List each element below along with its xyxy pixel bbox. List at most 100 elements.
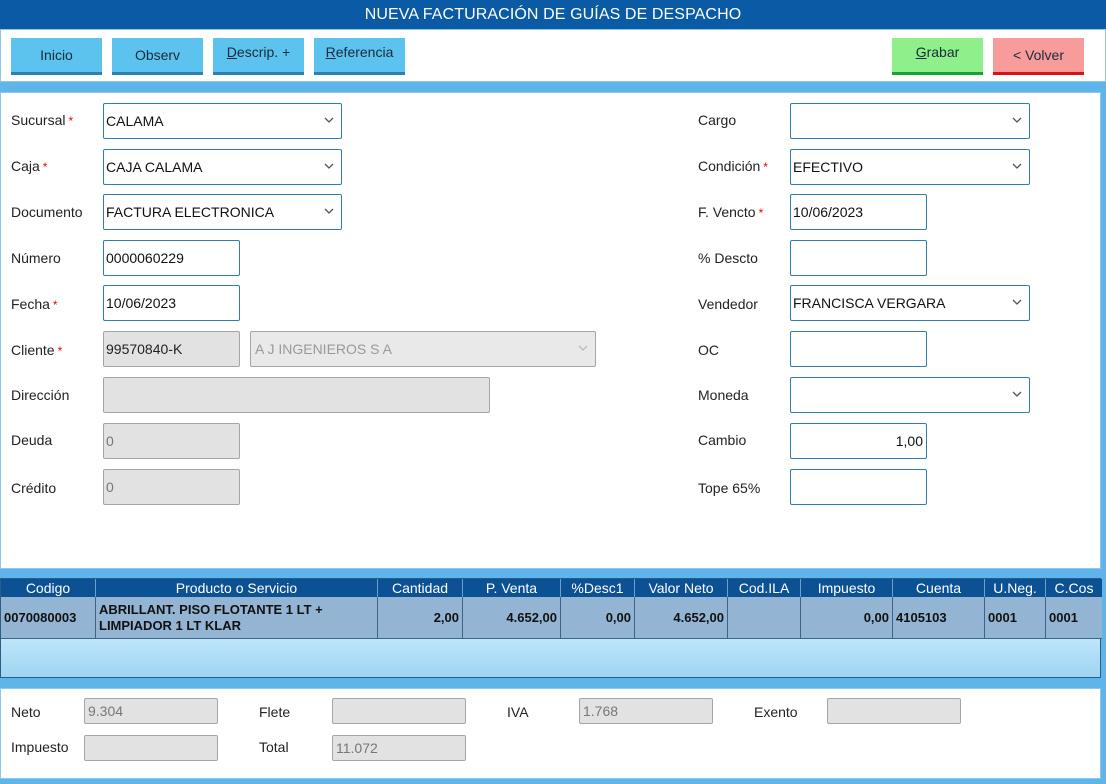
descto-input[interactable]: [790, 240, 927, 276]
col-codigo[interactable]: Codigo: [1, 579, 96, 597]
detail-grid: Codigo Producto o Servicio Cantidad P. V…: [0, 578, 1102, 678]
cell-impuesto: 0,00: [801, 597, 893, 639]
direccion-input[interactable]: [103, 377, 490, 413]
descto-label: % Descto: [698, 250, 758, 266]
fvencto-label: F. Vencto *: [698, 204, 764, 220]
total-value: 11.072: [336, 740, 378, 756]
cell-producto: ABRILLANT. PISO FLOTANTE 1 LT + LIMPIADO…: [96, 597, 378, 639]
cambio-label: Cambio: [698, 432, 747, 448]
cliente-label: Cliente *: [11, 342, 63, 358]
total-field[interactable]: 11.072: [332, 735, 466, 761]
credito-input[interactable]: 0: [103, 469, 240, 505]
chevron-down-icon: [323, 114, 335, 126]
col-valorneto[interactable]: Valor Neto: [635, 579, 728, 597]
vendedor-value: FRANCISCA VERGARA: [793, 295, 946, 311]
grid-header: Codigo Producto o Servicio Cantidad P. V…: [1, 579, 1102, 597]
observ-label: Observ: [134, 47, 181, 63]
neto-label: Neto: [11, 704, 41, 720]
neto-field[interactable]: 9.304: [84, 698, 218, 724]
col-codila[interactable]: Cod.ILA: [728, 579, 801, 597]
toolbar: Inicio Observ Descrip. + Referencia Grab…: [0, 29, 1106, 82]
cell-desc1: 0,00: [561, 597, 635, 639]
moneda-label: Moneda: [698, 387, 749, 403]
grabar-accel: G: [915, 44, 927, 60]
referencia-label: eferencia: [335, 44, 394, 60]
numero-input[interactable]: 0000060229: [103, 240, 240, 276]
cell-pventa: 4.652,00: [463, 597, 561, 639]
cliente-rut-input[interactable]: 99570840-K: [103, 331, 240, 367]
grabar-label: rabar: [926, 44, 960, 60]
chevron-down-icon: [577, 342, 589, 354]
inicio-label: Inicio: [40, 47, 73, 63]
iva-label: IVA: [507, 704, 529, 720]
exento-field[interactable]: [827, 698, 961, 724]
caja-select[interactable]: CAJA CALAMA: [103, 149, 342, 185]
flete-field[interactable]: [332, 698, 466, 724]
col-desc1[interactable]: %Desc1: [561, 579, 635, 597]
sucursal-value: CALAMA: [106, 113, 164, 129]
moneda-select[interactable]: [790, 377, 1030, 413]
cell-codila: [728, 597, 801, 639]
vendedor-label: Vendedor: [698, 296, 758, 312]
cell-cantidad: 2,00: [378, 597, 463, 639]
volver-button[interactable]: < Volver: [993, 38, 1084, 75]
col-cantidad[interactable]: Cantidad: [378, 579, 463, 597]
col-ccos[interactable]: C.Cos: [1046, 579, 1102, 597]
cell-codigo: 0070080003: [1, 597, 96, 639]
neto-value: 9.304: [88, 703, 124, 719]
fvencto-input[interactable]: 10/06/2023: [790, 194, 927, 230]
impuesto-label: Impuesto: [11, 739, 69, 755]
documento-select[interactable]: FACTURA ELECTRONICA: [103, 194, 342, 230]
observ-button[interactable]: Observ: [112, 38, 203, 75]
col-impuesto[interactable]: Impuesto: [801, 579, 893, 597]
condicion-label: Condición *: [698, 158, 768, 174]
cliente-name-select[interactable]: A J INGENIEROS S A: [250, 331, 596, 367]
deuda-input[interactable]: 0: [103, 423, 240, 459]
descrip-accel: D: [226, 44, 237, 60]
fecha-input[interactable]: 10/06/2023: [103, 285, 240, 321]
sucursal-label: Sucursal *: [11, 112, 74, 128]
total-label: Total: [259, 739, 289, 755]
descrip-button[interactable]: Descrip. +: [213, 38, 304, 75]
credito-label: Crédito: [11, 480, 57, 496]
cell-cuenta: 4105103: [893, 597, 985, 639]
cambio-input[interactable]: 1,00: [790, 423, 927, 459]
cliente-name-value: A J INGENIEROS S A: [255, 341, 392, 357]
referencia-button[interactable]: Referencia: [314, 38, 405, 75]
chevron-down-icon: [1011, 114, 1023, 126]
documento-label: Documento: [11, 204, 83, 220]
window-title: NUEVA FACTURACIÓN DE GUÍAS DE DESPACHO: [0, 0, 1106, 29]
iva-field[interactable]: 1.768: [579, 698, 713, 724]
referencia-accel: R: [325, 44, 336, 60]
oc-input[interactable]: [790, 331, 927, 367]
volver-label: < Volver: [1013, 47, 1064, 63]
col-cuenta[interactable]: Cuenta: [893, 579, 985, 597]
condicion-select[interactable]: EFECTIVO: [790, 149, 1030, 185]
iva-value: 1.768: [583, 703, 619, 719]
condicion-value: EFECTIVO: [793, 159, 864, 175]
chevron-down-icon: [1011, 388, 1023, 400]
inicio-button[interactable]: Inicio: [11, 38, 102, 75]
caja-label: Caja *: [11, 158, 48, 174]
fvencto-value: 10/06/2023: [793, 204, 864, 220]
direccion-label: Dirección: [11, 387, 70, 403]
chevron-down-icon: [323, 160, 335, 172]
col-pventa[interactable]: P. Venta: [463, 579, 561, 597]
cargo-label: Cargo: [698, 112, 737, 128]
flete-label: Flete: [259, 704, 291, 720]
deuda-value: 0: [106, 433, 114, 449]
fecha-value: 10/06/2023: [106, 295, 177, 311]
impuesto-field[interactable]: [84, 735, 218, 761]
tope-input[interactable]: [790, 469, 927, 505]
documento-value: FACTURA ELECTRONICA: [106, 204, 275, 220]
chevron-down-icon: [323, 205, 335, 217]
table-row[interactable]: 0070080003 ABRILLANT. PISO FLOTANTE 1 LT…: [1, 597, 1102, 639]
col-producto[interactable]: Producto o Servicio: [96, 579, 378, 597]
cargo-select[interactable]: [790, 103, 1030, 139]
caja-value: CAJA CALAMA: [106, 159, 203, 175]
col-uneg[interactable]: U.Neg.: [985, 579, 1046, 597]
vendedor-select[interactable]: FRANCISCA VERGARA: [790, 285, 1030, 321]
grabar-button[interactable]: Grabar: [892, 38, 983, 75]
deuda-label: Deuda: [11, 432, 53, 448]
sucursal-select[interactable]: CALAMA: [103, 103, 342, 139]
